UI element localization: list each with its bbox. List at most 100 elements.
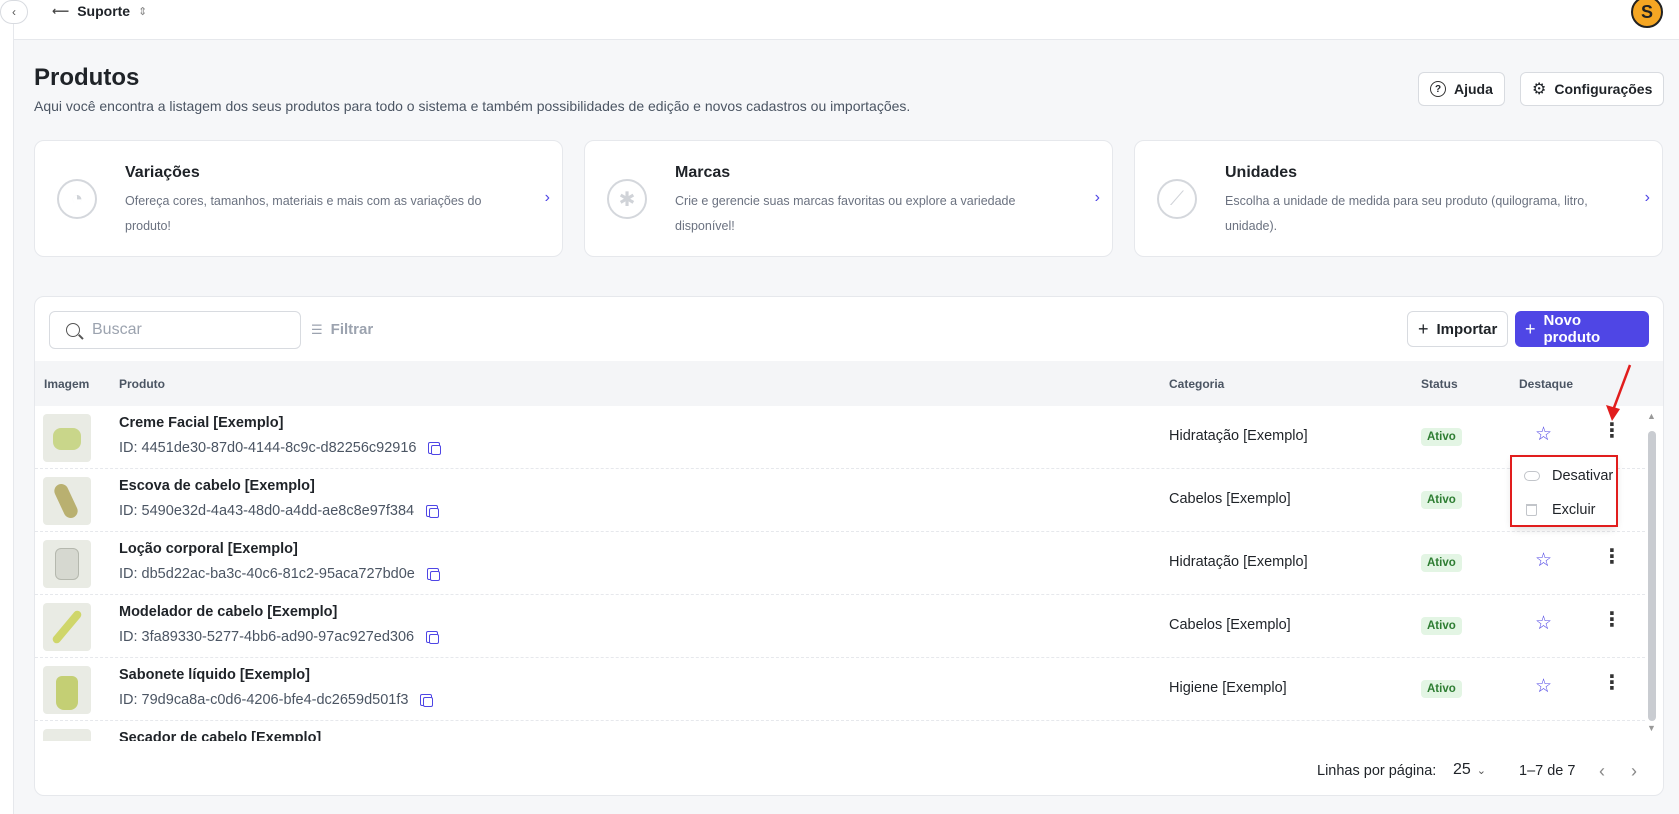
card-description: Escolha a unidade de medida para seu pro… — [1225, 194, 1588, 233]
import-button-label: Importar — [1436, 320, 1498, 338]
toggle-icon — [1524, 471, 1540, 481]
product-image-placeholder — [55, 548, 79, 580]
card-title: Variações — [125, 164, 200, 181]
scroll-up-icon[interactable]: ▲ — [1647, 411, 1656, 421]
chevron-right-icon: › — [544, 189, 550, 206]
star-outline-icon[interactable]: ☆ — [1535, 549, 1552, 572]
product-name: Creme Facial [Exemplo] — [119, 415, 284, 431]
left-rail — [0, 0, 14, 814]
rows-per-page-select[interactable]: 25 ⌄ — [1453, 761, 1486, 779]
kebab-icon[interactable]: ⋮ — [1602, 610, 1622, 630]
star-outline-icon[interactable]: ☆ — [1535, 612, 1552, 635]
table-row[interactable]: Sabonete líquido [Exemplo] ID: 79d9ca8a-… — [35, 658, 1645, 721]
tag-icon: ✱ — [607, 179, 647, 219]
table-row[interactable]: Modelador de cabelo [Exemplo] ID: 3fa893… — [35, 595, 1645, 658]
star-outline-icon[interactable]: ☆ — [1535, 675, 1552, 698]
avatar[interactable]: S — [1631, 0, 1663, 28]
gear-icon: ⚙ — [1532, 81, 1547, 98]
rows-per-page-label: Linhas por página: — [1317, 763, 1437, 779]
menu-item-label: Desativar — [1552, 468, 1614, 484]
table-row[interactable]: Creme Facial [Exemplo] ID: 4451de30-87d0… — [35, 406, 1645, 469]
column-header-status: Status — [1421, 377, 1458, 391]
org-name: Suporte — [77, 3, 131, 19]
import-button[interactable]: + Importar — [1407, 311, 1509, 347]
status-badge: Ativo — [1421, 554, 1462, 572]
annotation-arrow-icon — [1606, 364, 1632, 421]
product-name: Loção corporal [Exemplo] — [119, 541, 298, 557]
help-button[interactable]: ? Ajuda — [1418, 72, 1505, 106]
pagination: Linhas por página: 25 ⌄ 1–7 de 7 ‹ › — [35, 749, 1663, 795]
ruler-icon: ⟋ — [1157, 179, 1197, 219]
product-image-placeholder — [51, 609, 83, 645]
rows-per-page-value: 25 — [1453, 761, 1471, 778]
org-switcher[interactable]: ⟵ Suporte ⇕ — [52, 3, 147, 19]
table-scrollbar[interactable]: ▲ ▼ — [1647, 411, 1657, 733]
sidebar-toggle-button[interactable]: ‹ — [0, 0, 28, 24]
filter-label: Filtrar — [330, 321, 374, 338]
card-units[interactable]: ⟋ Unidades Escolha a unidade de medida p… — [1134, 140, 1663, 257]
new-product-button-label: Novo produto — [1543, 312, 1601, 346]
settings-button[interactable]: ⚙ Configurações — [1520, 72, 1665, 106]
topbar: ⟵ Suporte ⇕ S — [14, 0, 1679, 40]
product-id: ID: 3fa89330-5277-4bb6-ad90-97ac927ed306 — [119, 629, 440, 645]
page-title: Produtos — [34, 64, 140, 91]
card-brands[interactable]: ✱ Marcas Crie e gerencie suas marcas fav… — [584, 140, 1113, 257]
column-header-image: Imagem — [44, 377, 90, 391]
product-name: Modelador de cabelo [Exemplo] — [119, 604, 338, 620]
menu-item-label: Excluir — [1552, 502, 1596, 518]
product-id: ID: 79d9ca8a-c0d6-4206-bfe4-dc2659d501f3 — [119, 692, 434, 708]
product-image-placeholder — [53, 428, 81, 450]
table-header: Imagem Produto Categoria Status Destaque — [35, 361, 1663, 406]
status-badge: Ativo — [1421, 680, 1462, 698]
table-row[interactable]: Secador de cabelo [Exemplo] — [35, 721, 1645, 741]
chevron-updown-icon: ⇕ — [138, 5, 148, 18]
product-category: Cabelos [Exemplo] — [1169, 491, 1291, 507]
product-category: Hidratação [Exemplo] — [1169, 554, 1308, 570]
table-row[interactable]: Escova de cabelo [Exemplo] ID: 5490e32d-… — [35, 469, 1645, 532]
trash-icon — [1526, 504, 1537, 516]
column-header-category: Categoria — [1169, 377, 1225, 391]
card-variations[interactable]: ◔ Variações Ofereça cores, tamanhos, mat… — [34, 140, 563, 257]
scroll-down-icon[interactable]: ▼ — [1647, 723, 1656, 733]
search-input[interactable] — [92, 321, 272, 339]
filter-button[interactable]: ☰ Filtrar — [311, 321, 373, 338]
prev-page-button[interactable]: ‹ — [1599, 761, 1605, 782]
chevron-right-icon: › — [1094, 189, 1100, 206]
menu-item-delete[interactable]: Excluir — [1512, 493, 1616, 527]
scrollbar-thumb[interactable] — [1648, 431, 1656, 721]
product-category: Cabelos [Exemplo] — [1169, 617, 1291, 633]
copy-icon[interactable] — [426, 568, 440, 581]
copy-icon[interactable] — [426, 631, 440, 644]
card-title: Marcas — [675, 164, 731, 181]
new-product-button[interactable]: + Novo produto — [1515, 311, 1649, 347]
help-button-label: Ajuda — [1454, 81, 1493, 97]
card-description: Crie e gerencie suas marcas favoritas ou… — [675, 194, 1016, 233]
next-page-button[interactable]: › — [1631, 761, 1637, 782]
kebab-icon[interactable]: ⋮ — [1602, 421, 1622, 441]
card-title: Unidades — [1225, 164, 1298, 181]
product-category: Higiene [Exemplo] — [1169, 680, 1287, 696]
kebab-icon[interactable]: ⋮ — [1602, 673, 1622, 693]
back-arrow-icon: ⟵ — [52, 4, 70, 18]
copy-icon[interactable] — [428, 442, 442, 455]
copy-icon[interactable] — [420, 694, 434, 707]
kebab-icon[interactable]: ⋮ — [1602, 547, 1622, 567]
chevron-down-icon: ⌄ — [1476, 764, 1487, 777]
star-outline-icon[interactable]: ☆ — [1535, 423, 1552, 446]
page-subtitle: Aqui você encontra a listagem dos seus p… — [34, 98, 911, 114]
product-thumbnail — [43, 477, 91, 525]
settings-button-label: Configurações — [1554, 81, 1653, 97]
copy-icon[interactable] — [426, 505, 440, 518]
menu-item-deactivate[interactable]: Desativar — [1512, 459, 1616, 493]
search-box[interactable] — [49, 311, 301, 349]
product-name: Sabonete líquido [Exemplo] — [119, 667, 310, 683]
product-image-placeholder — [52, 481, 80, 521]
product-thumbnail — [43, 540, 91, 588]
table-body: Creme Facial [Exemplo] ID: 4451de30-87d0… — [35, 406, 1663, 741]
filter-icon: ☰ — [311, 321, 323, 337]
status-badge: Ativo — [1421, 428, 1462, 446]
table-row[interactable]: Loção corporal [Exemplo] ID: db5d22ac-ba… — [35, 532, 1645, 595]
product-thumbnail — [43, 603, 91, 651]
product-thumbnail — [43, 414, 91, 462]
page-range: 1–7 de 7 — [1519, 763, 1576, 779]
